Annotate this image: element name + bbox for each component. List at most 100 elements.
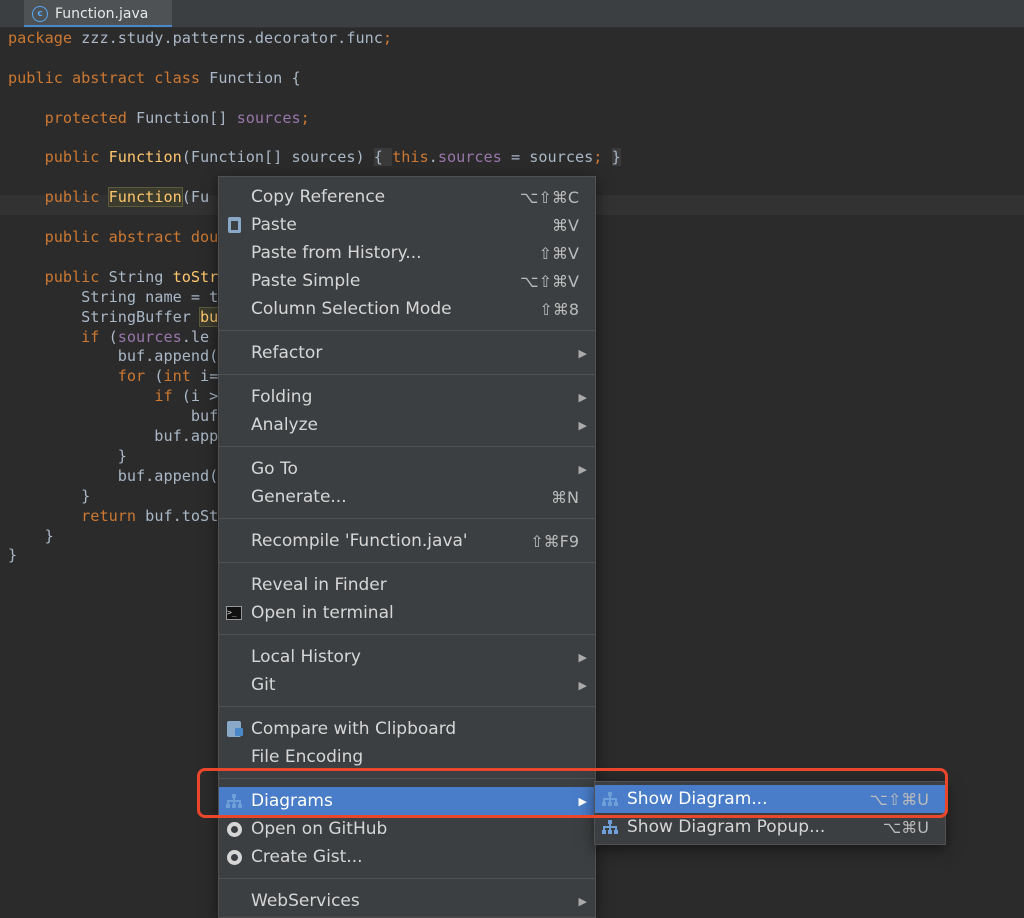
code-token: } [8, 486, 91, 505]
menu-item-file-encoding[interactable]: File Encoding [219, 743, 595, 771]
menu-item-label: Reveal in Finder [251, 575, 387, 595]
code-token: package [8, 29, 82, 47]
menu-item-git[interactable]: Git ▶ [219, 671, 595, 699]
submenu-arrow-icon: ▶ [578, 895, 587, 908]
menu-separator [219, 706, 595, 707]
code-token: } [8, 546, 18, 565]
menu-separator [219, 330, 595, 331]
menu-separator [219, 446, 595, 447]
menu-item-paste-from-history[interactable]: Paste from History... ⇧⌘V [219, 239, 595, 267]
code-token: toStr [172, 267, 219, 286]
submenu-arrow-icon: ▶ [578, 391, 587, 404]
code-token: buf.append( [8, 347, 219, 366]
menu-item-open-on-github[interactable]: Open on GitHub [219, 815, 595, 843]
menu-item-label: File Encoding [251, 747, 364, 767]
menu-item-paste-simple[interactable]: Paste Simple ⌥⇧⌘V [219, 267, 595, 295]
code-token: String [108, 267, 173, 286]
menu-item-label: Folding [251, 387, 313, 407]
menu-item-reveal-in-finder[interactable]: Reveal in Finder [219, 571, 595, 599]
menu-item-refactor[interactable]: Refactor ▶ [219, 339, 595, 367]
code-line: public abstract class Function { [8, 68, 301, 88]
editor-tab-bar: c Function.java [0, 0, 1024, 28]
menu-item-shortcut: ⇧⌘F9 [530, 531, 579, 551]
menu-item-label: Recompile 'Function.java' [251, 531, 468, 551]
code-token: } [8, 446, 127, 465]
code-token: buf [8, 407, 219, 426]
code-token: ( [108, 327, 118, 346]
code-token: public [8, 148, 109, 167]
menu-item-label: Paste [251, 215, 297, 235]
menu-item-create-gist[interactable]: Create Gist... [219, 843, 595, 871]
menu-separator [219, 374, 595, 375]
annotation-highlight-box [197, 768, 948, 818]
code-token: buf.app [8, 427, 219, 445]
code-line: public Function(Fu [8, 187, 209, 208]
menu-item-go-to[interactable]: Go To ▶ [219, 455, 595, 483]
menu-item-copy-reference[interactable]: Copy Reference ⌥⇧⌘C [219, 183, 595, 211]
code-token: (Function[] sources) [181, 148, 374, 167]
terminal-icon: >_ [225, 604, 243, 622]
code-line: buf.append( [8, 466, 219, 486]
java-class-icon: c [32, 5, 48, 22]
menu-item-open-in-terminal[interactable]: >_ Open in terminal [219, 599, 595, 627]
code-token: buf.toSt [145, 506, 219, 525]
menu-item-paste[interactable]: Paste ⌘V [219, 211, 595, 239]
menu-item-compare-with-clipboard[interactable]: Compare with Clipboard [219, 715, 595, 743]
code-token: public [8, 267, 109, 286]
menu-separator [219, 634, 595, 635]
code-token: ; [382, 29, 393, 47]
code-line: String name = t [8, 287, 218, 307]
menu-item-label: Open in terminal [251, 603, 394, 623]
menu-item-shortcut: ⇧⌘8 [539, 299, 579, 319]
code-token: public abstract class [8, 68, 210, 87]
menu-item-label: Git [251, 675, 276, 695]
menu-item-recompile-function-java[interactable]: Recompile 'Function.java' ⇧⌘F9 [219, 527, 595, 555]
code-token: String name = t [8, 287, 219, 306]
code-token: bu [199, 306, 220, 327]
code-token: if [154, 387, 182, 406]
menu-item-local-history[interactable]: Local History ▶ [219, 643, 595, 671]
code-token: ; [300, 108, 310, 127]
menu-item-label: Compare with Clipboard [251, 719, 457, 739]
menu-item-label: Create Gist... [251, 847, 363, 867]
code-line: } [8, 526, 54, 546]
code-token: ; [593, 148, 612, 167]
menu-separator [219, 562, 595, 563]
menu-item-label: Refactor [251, 343, 323, 363]
menu-item-shortcut: ⌥⇧⌘V [520, 271, 579, 291]
menu-item-label: Paste Simple [251, 271, 361, 291]
code-token: Function [107, 187, 183, 208]
diagram-icon [601, 818, 619, 836]
code-token: zzz.study.patterns.decorator.func [81, 29, 383, 47]
code-token: int [163, 367, 201, 386]
submenu-arrow-icon: ▶ [578, 679, 587, 692]
menu-item-shortcut: ⌘V [552, 215, 579, 235]
code-line: StringBuffer bu [8, 306, 220, 327]
menu-item-analyze[interactable]: Analyze ▶ [219, 411, 595, 439]
tab-title: Function.java [55, 5, 149, 22]
menu-item-generate[interactable]: Generate... ⌘N [219, 483, 595, 511]
code-token: i= [200, 367, 219, 386]
code-token: } [8, 526, 54, 545]
code-token: Function[] [136, 108, 237, 127]
github-icon [225, 848, 243, 866]
code-token: (i > [181, 387, 219, 406]
menu-item-webservices[interactable]: WebServices ▶ [219, 887, 595, 915]
code-token: sources [236, 108, 301, 127]
code-token: StringBuffer [8, 307, 201, 326]
code-line: for (int i= [8, 366, 219, 386]
code-line: if (i > [8, 386, 218, 406]
submenu-item-label: Show Diagram Popup... [627, 817, 826, 837]
tab-function-java[interactable]: c Function.java [24, 0, 172, 27]
code-line: public Function(Function[] sources) { th… [8, 147, 621, 167]
menu-item-label: Analyze [251, 415, 318, 435]
menu-item-label: Paste from History... [251, 243, 422, 263]
menu-separator [219, 518, 595, 519]
menu-item-label: Copy Reference [251, 187, 386, 207]
menu-item-column-selection-mode[interactable]: Column Selection Mode ⇧⌘8 [219, 295, 595, 323]
code-token: } [611, 148, 621, 167]
menu-item-shortcut: ⌥⇧⌘C [519, 187, 579, 207]
menu-item-label: Local History [251, 647, 361, 667]
menu-item-folding[interactable]: Folding ▶ [219, 383, 595, 411]
